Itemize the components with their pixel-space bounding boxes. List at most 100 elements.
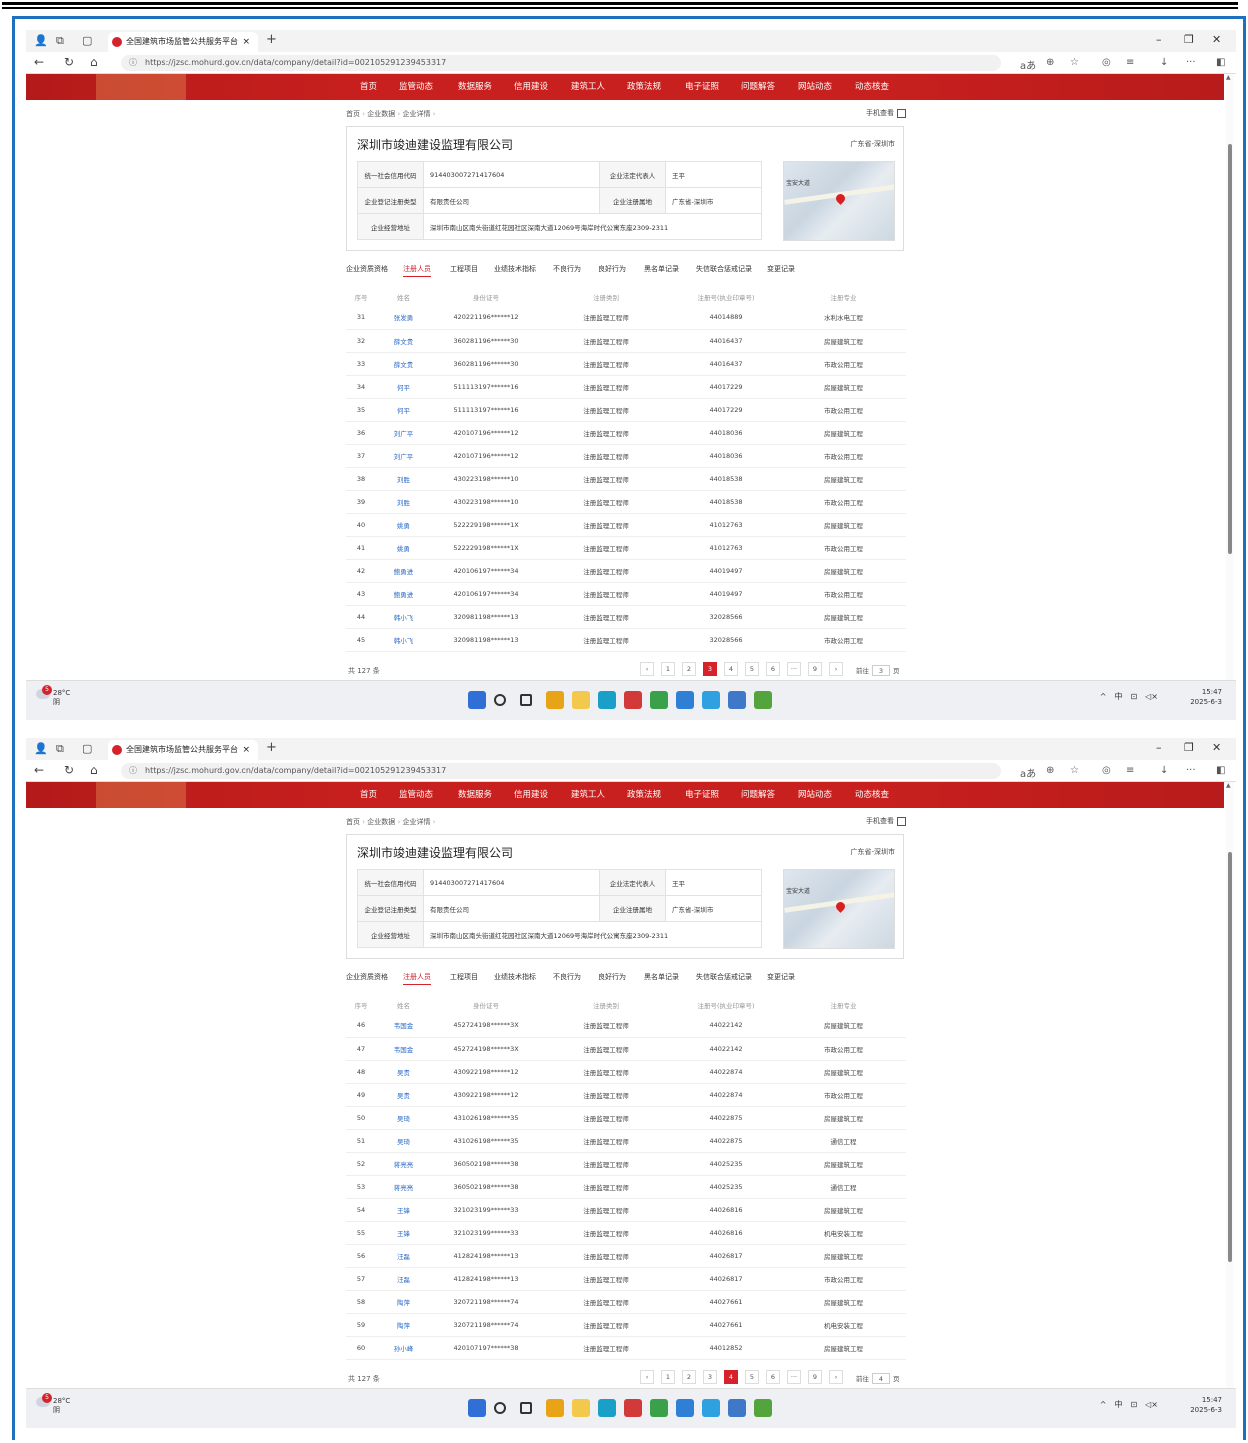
- edge-icon[interactable]: [598, 691, 616, 709]
- tab-3[interactable]: 业绩技术指标: [494, 972, 536, 982]
- new-tab-button[interactable]: +: [266, 740, 277, 755]
- page-button[interactable]: 6: [766, 1370, 780, 1384]
- breadcrumb-item[interactable]: 企业详情: [403, 110, 431, 118]
- search-icon[interactable]: [494, 1402, 506, 1414]
- display-icon[interactable]: ⊡: [1130, 692, 1137, 701]
- read-aloud-icon[interactable]: aあ: [1020, 57, 1036, 72]
- tab-0[interactable]: 企业资质资格: [346, 972, 388, 982]
- nav-item[interactable]: 监管动态: [399, 788, 433, 800]
- person-name-link[interactable]: 韩小飞: [376, 628, 431, 652]
- nav-item[interactable]: 数据服务: [458, 80, 492, 92]
- site-info-icon[interactable]: ⓘ: [129, 763, 137, 779]
- downloads-icon[interactable]: ↓: [1160, 765, 1168, 776]
- minimize-icon[interactable]: –: [1156, 33, 1162, 46]
- page-button[interactable]: 5: [745, 1370, 759, 1384]
- downloads-icon[interactable]: ↓: [1160, 57, 1168, 68]
- person-name-link[interactable]: 姚勇: [376, 513, 431, 537]
- zoom-icon[interactable]: ⊕: [1046, 765, 1054, 776]
- notepad-icon[interactable]: [728, 1399, 746, 1417]
- back-icon[interactable]: ←: [34, 763, 44, 777]
- ie-icon[interactable]: [754, 691, 772, 709]
- address-bar[interactable]: ⓘ https://jzsc.mohurd.gov.cn/data/company…: [121, 763, 1001, 779]
- nav-item[interactable]: 电子证照: [685, 788, 719, 800]
- start-icon[interactable]: [468, 1399, 486, 1417]
- person-name-link[interactable]: 王锋: [376, 1198, 431, 1222]
- page-button[interactable]: 5: [745, 662, 759, 676]
- breadcrumb-item[interactable]: 企业数据: [367, 818, 395, 826]
- edge-dev-icon[interactable]: [702, 1399, 720, 1417]
- home-icon[interactable]: ⌂: [90, 55, 98, 69]
- tab-7[interactable]: 失信联合惩戒记录: [696, 264, 752, 274]
- nav-item[interactable]: 政策法规: [627, 788, 661, 800]
- person-name-link[interactable]: 姚勇: [376, 536, 431, 560]
- nav-item[interactable]: 动态核查: [855, 788, 889, 800]
- nav-item[interactable]: 问题解答: [741, 788, 775, 800]
- scrollbar-thumb[interactable]: [1228, 144, 1232, 554]
- tab-close-icon[interactable]: ×: [242, 740, 250, 760]
- person-name-link[interactable]: 汪磊: [376, 1244, 431, 1268]
- person-name-link[interactable]: 韦国金: [376, 1037, 431, 1061]
- page-button[interactable]: 2: [682, 662, 696, 676]
- tab-5[interactable]: 良好行为: [598, 972, 626, 982]
- tab-8[interactable]: 变更记录: [767, 972, 795, 982]
- tab-8[interactable]: 变更记录: [767, 264, 795, 274]
- mobile-view-link[interactable]: 手机查看: [866, 816, 906, 826]
- page-button[interactable]: ···: [787, 662, 801, 676]
- tab-actions-icon[interactable]: ▢: [82, 34, 92, 47]
- person-name-link[interactable]: 陶萍: [376, 1290, 431, 1314]
- tab-3[interactable]: 业绩技术指标: [494, 264, 536, 274]
- chat-app-icon[interactable]: [650, 691, 668, 709]
- task-view-icon[interactable]: [520, 1402, 532, 1414]
- task-view-icon[interactable]: [520, 694, 532, 706]
- tab-2[interactable]: 工程项目: [450, 972, 478, 982]
- site-info-icon[interactable]: ⓘ: [129, 55, 137, 71]
- person-name-link[interactable]: 蒋亮亮: [376, 1152, 431, 1176]
- page-button[interactable]: 4: [724, 662, 738, 676]
- tab-actions-icon[interactable]: ▢: [82, 742, 92, 755]
- person-name-link[interactable]: 陶萍: [376, 1313, 431, 1337]
- nav-item[interactable]: 电子证照: [685, 80, 719, 92]
- person-name-link[interactable]: 刘胜: [376, 490, 431, 514]
- nav-item[interactable]: 信用建设: [514, 80, 548, 92]
- breadcrumb-item[interactable]: 首页: [346, 818, 360, 826]
- person-name-link[interactable]: 张发勇: [376, 306, 431, 330]
- page-button[interactable]: 3: [703, 1370, 717, 1384]
- nav-item[interactable]: 建筑工人: [571, 80, 605, 92]
- wps-icon[interactable]: [624, 691, 642, 709]
- nav-item[interactable]: 数据服务: [458, 788, 492, 800]
- vertical-scrollbar[interactable]: ▲▼: [1226, 782, 1234, 1406]
- page-button[interactable]: 1: [661, 1370, 675, 1384]
- nav-item[interactable]: 首页: [360, 80, 377, 92]
- page-button[interactable]: 3: [703, 662, 717, 676]
- 360-browser-icon[interactable]: [676, 1399, 694, 1417]
- favorites-bar-icon[interactable]: ≡: [1126, 57, 1134, 68]
- person-name-link[interactable]: 薛文贵: [376, 329, 431, 353]
- tab-6[interactable]: 黑名单记录: [644, 972, 679, 982]
- read-aloud-icon[interactable]: aあ: [1020, 765, 1036, 780]
- more-icon[interactable]: ···: [1186, 57, 1196, 68]
- person-name-link[interactable]: 吴贵: [376, 1060, 431, 1084]
- ime-icon[interactable]: 中: [1114, 1400, 1122, 1409]
- home-icon[interactable]: ⌂: [90, 763, 98, 777]
- person-name-link[interactable]: 韦国金: [376, 1014, 431, 1038]
- page-button[interactable]: ‹: [640, 1370, 654, 1384]
- nav-item[interactable]: 动态核查: [855, 80, 889, 92]
- person-name-link[interactable]: 吴琦: [376, 1129, 431, 1153]
- restore-icon[interactable]: ❐: [1184, 741, 1194, 754]
- browser-tab[interactable]: 全国建筑市场监管公共服务平台 ×: [108, 740, 258, 760]
- system-clock[interactable]: 15:47 2025-6-3: [1190, 1395, 1222, 1415]
- back-icon[interactable]: ←: [34, 55, 44, 69]
- volume-icon[interactable]: ◁×: [1145, 1400, 1158, 1409]
- notepad-icon[interactable]: [728, 691, 746, 709]
- tab-5[interactable]: 良好行为: [598, 264, 626, 274]
- close-window-icon[interactable]: ✕: [1212, 33, 1221, 46]
- person-name-link[interactable]: 刘胜: [376, 467, 431, 491]
- page-button[interactable]: ‹: [640, 662, 654, 676]
- new-tab-button[interactable]: +: [266, 32, 277, 47]
- scroll-up-icon[interactable]: ▲: [1226, 74, 1231, 81]
- address-bar[interactable]: ⓘ https://jzsc.mohurd.gov.cn/data/company…: [121, 55, 1001, 71]
- workspaces-icon[interactable]: ⧉: [56, 34, 64, 48]
- person-name-link[interactable]: 鲍勇进: [376, 582, 431, 606]
- page-button[interactable]: 6: [766, 662, 780, 676]
- nav-item[interactable]: 首页: [360, 788, 377, 800]
